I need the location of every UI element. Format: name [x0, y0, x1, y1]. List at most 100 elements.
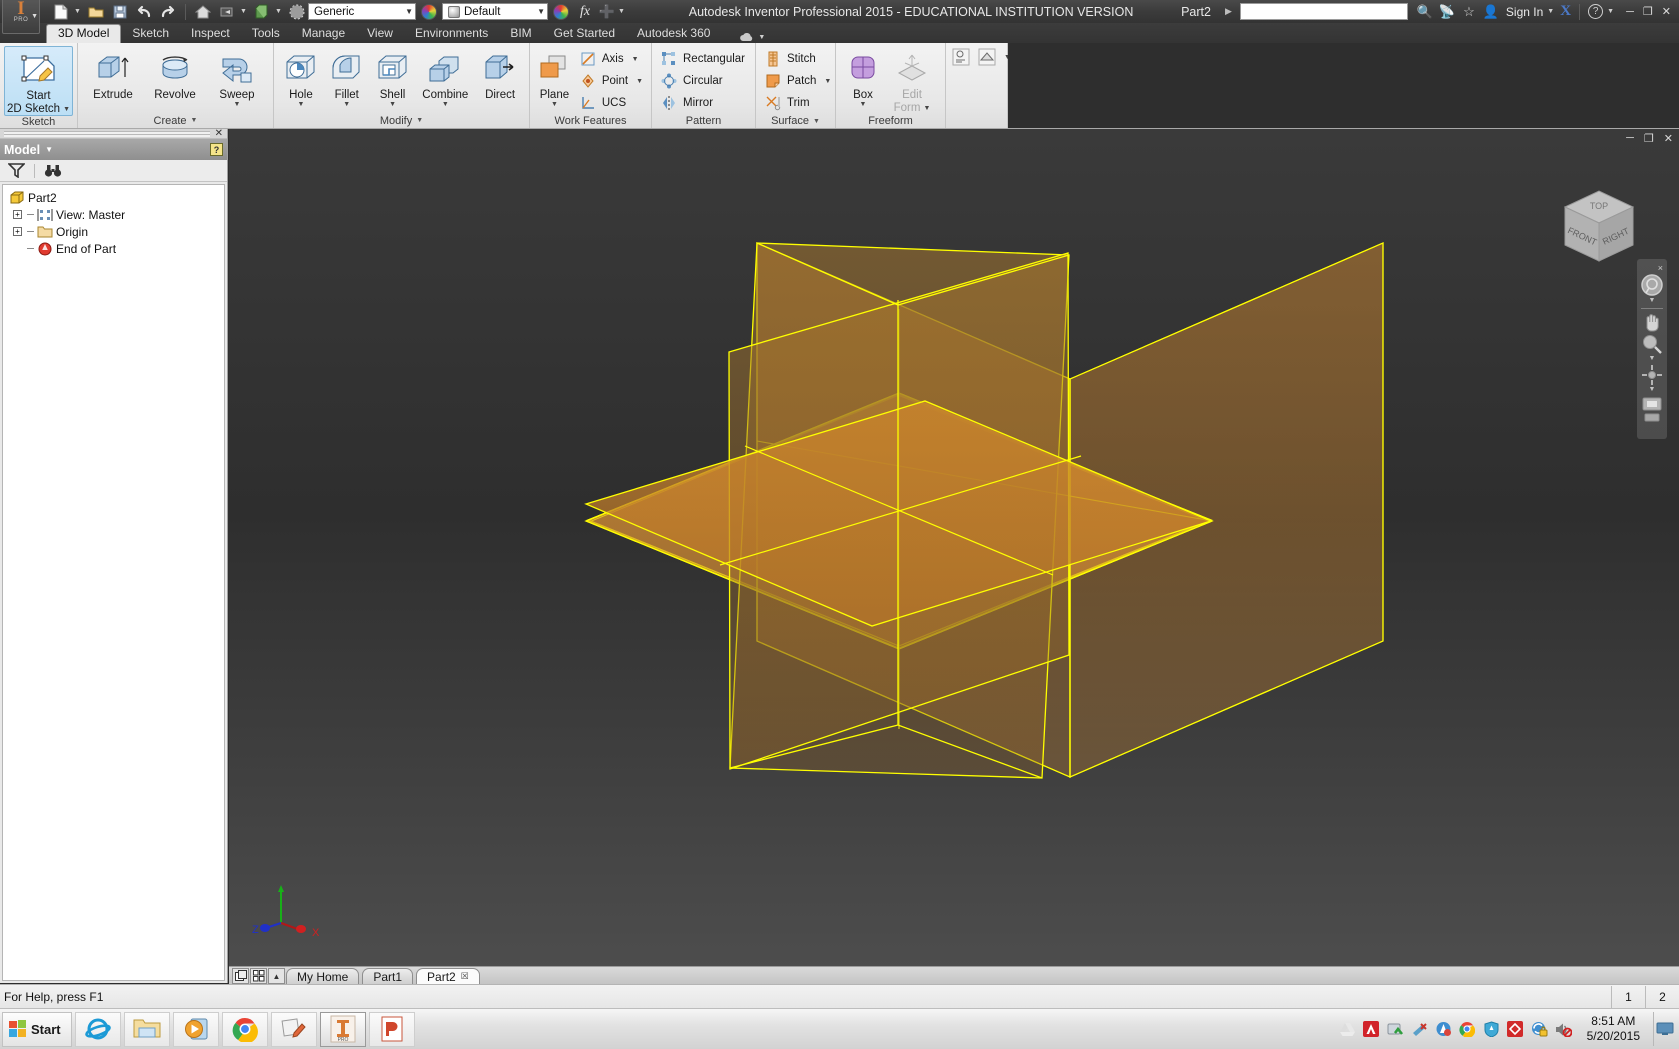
chevron-down-icon[interactable]: ▼	[1649, 355, 1656, 364]
redo-icon[interactable]	[157, 2, 179, 22]
appearance-icon[interactable]	[251, 2, 273, 22]
network-disconnected-icon[interactable]	[1411, 1021, 1428, 1038]
patch-button[interactable]: Patch ▼	[760, 70, 835, 92]
close-button[interactable]: ✕	[1662, 5, 1671, 18]
sweep-button[interactable]: Sweep ▼	[206, 46, 268, 108]
appearance-combo[interactable]: Default ▼	[442, 3, 548, 20]
graphics-viewport[interactable]: ─ ❐ ✕ TOP FRONT RIGHT × ▼ ▼ ▼ X Z	[229, 129, 1679, 983]
extrude-button[interactable]: Extrude	[82, 46, 144, 101]
chevron-down-icon[interactable]: ▼	[63, 106, 70, 113]
doc-tab-part1[interactable]: Part1	[362, 968, 414, 984]
browser-drag-grip[interactable]: ✕	[0, 129, 227, 139]
mirror-button[interactable]: Mirror	[656, 92, 749, 114]
orbit-icon[interactable]	[1639, 364, 1665, 386]
autodesk-exchange-icon[interactable]: X	[1560, 3, 1571, 20]
doc-restore-button[interactable]: ❐	[1644, 132, 1654, 145]
chevron-down-icon[interactable]: ▼	[824, 78, 831, 85]
return-icon[interactable]	[216, 2, 238, 22]
taskbar-clock[interactable]: 8:51 AM 5/20/2015	[1587, 1014, 1640, 1044]
satellite-dish-icon[interactable]: 📡	[1438, 4, 1456, 20]
navigation-bar[interactable]: × ▼ ▼ ▼	[1637, 259, 1667, 439]
tree-node-end-of-part[interactable]: End of Part	[7, 240, 224, 257]
chevron-down-icon[interactable]: ▼	[74, 8, 83, 15]
adobe-icon[interactable]	[1363, 1021, 1380, 1038]
appearance-color-wheel-icon[interactable]	[553, 3, 569, 20]
chevron-down-icon[interactable]: ▼	[632, 56, 639, 63]
taskbar-item-sketch-app[interactable]	[270, 1011, 317, 1047]
expand-icon[interactable]: +	[13, 227, 22, 236]
fillet-button[interactable]: Fillet ▼	[324, 46, 370, 108]
chevron-down-icon[interactable]: ▼	[813, 118, 820, 125]
doc-tab-my-home[interactable]: My Home	[286, 968, 360, 984]
material-color-wheel-icon[interactable]	[421, 3, 437, 20]
tab-3d-model[interactable]: 3D Model	[46, 24, 122, 43]
chevron-down-icon[interactable]: ▼	[234, 101, 241, 108]
steering-wheel-icon[interactable]	[1639, 273, 1665, 297]
autodesk-app-manager-icon[interactable]	[1435, 1021, 1452, 1038]
update-lock-icon[interactable]	[1531, 1021, 1548, 1038]
direct-edit-button[interactable]: Direct	[475, 46, 525, 101]
doc-tab-part2[interactable]: Part2 ☒	[416, 968, 480, 984]
volume-muted-icon[interactable]	[1555, 1021, 1572, 1038]
open-file-icon[interactable]	[85, 2, 107, 22]
chevron-down-icon[interactable]: ▼	[191, 117, 198, 124]
material-combo[interactable]: Generic ▼	[308, 3, 416, 20]
freeform-box-button[interactable]: Box ▼	[840, 46, 886, 108]
tab-bim[interactable]: BIM	[499, 24, 542, 43]
chevron-down-icon[interactable]: ▼	[343, 101, 350, 108]
chrome-tray-icon[interactable]	[1459, 1021, 1476, 1038]
chevron-down-icon[interactable]: ▼	[758, 34, 767, 41]
tab-inspect[interactable]: Inspect	[180, 24, 241, 43]
cascade-windows-icon[interactable]	[232, 968, 249, 984]
taskbar-item-chrome[interactable]	[221, 1011, 268, 1047]
home-icon[interactable]	[192, 2, 214, 22]
scroll-up-icon[interactable]: ▲	[268, 968, 285, 984]
checkmark-shield-icon[interactable]	[1387, 1021, 1404, 1038]
taskbar-item-media-player[interactable]	[172, 1011, 219, 1047]
material-sphere-icon[interactable]	[286, 2, 308, 22]
close-icon[interactable]: ×	[1658, 263, 1663, 273]
maximize-button[interactable]: ❐	[1643, 5, 1653, 18]
tree-node-part2[interactable]: Part2	[7, 189, 224, 206]
filter-icon[interactable]	[6, 162, 26, 180]
tree-node-origin[interactable]: + Origin	[7, 223, 224, 240]
chevron-down-icon[interactable]: ▼	[1649, 297, 1656, 306]
work-point-button[interactable]: Point ▼	[575, 70, 647, 92]
application-menu-button[interactable]: I PRO ▼	[2, 0, 40, 34]
tab-environments[interactable]: Environments	[404, 24, 499, 43]
tab-view[interactable]: View	[356, 24, 404, 43]
taskbar-item-powerpoint[interactable]	[368, 1011, 415, 1047]
red-alert-icon[interactable]	[1507, 1021, 1524, 1038]
tab-autodesk-360[interactable]: Autodesk 360	[626, 24, 721, 43]
stitch-button[interactable]: Stitch	[760, 48, 835, 70]
help-icon[interactable]: ?	[1588, 4, 1604, 19]
look-at-icon[interactable]	[1639, 395, 1665, 413]
shell-button[interactable]: Shell ▼	[370, 46, 416, 108]
hole-button[interactable]: Hole ▼	[278, 46, 324, 108]
close-icon[interactable]: ☒	[461, 971, 469, 982]
tab-sketch[interactable]: Sketch	[121, 24, 180, 43]
chevron-down-icon[interactable]: ▼	[416, 117, 423, 124]
pan-hand-icon[interactable]	[1639, 311, 1665, 333]
cloud-status-icon[interactable]: ▼	[739, 32, 767, 43]
rectangular-pattern-button[interactable]: Rectangular	[656, 48, 749, 70]
sign-in-button[interactable]: Sign In	[1506, 5, 1543, 19]
work-axis-button[interactable]: Axis ▼	[575, 48, 647, 70]
start-button[interactable]: Start	[2, 1011, 72, 1047]
revolve-button[interactable]: Revolve	[144, 46, 206, 101]
favorites-star-icon[interactable]: ☆	[1460, 4, 1478, 20]
browser-help-icon[interactable]: ?	[210, 143, 223, 156]
doc-minimize-button[interactable]: ─	[1626, 132, 1634, 145]
user-account-icon[interactable]: 👤	[1482, 4, 1500, 20]
add-to-quick-access-icon[interactable]: ➕	[596, 2, 618, 22]
combine-button[interactable]: Combine ▼	[415, 46, 475, 108]
convert-to-sheet-metal-button[interactable]	[950, 46, 972, 68]
google-drive-icon[interactable]	[1339, 1021, 1356, 1038]
fx-parameters-icon[interactable]: fx	[574, 2, 596, 22]
tile-windows-icon[interactable]	[250, 968, 267, 984]
circular-pattern-button[interactable]: Circular	[656, 70, 749, 92]
tree-node-view-master[interactable]: + View: Master	[7, 206, 224, 223]
chevron-down-icon[interactable]: ▼	[618, 8, 627, 15]
model-tree[interactable]: Part2 + View: Master + Origin End of Par…	[2, 184, 225, 981]
undo-icon[interactable]	[133, 2, 155, 22]
